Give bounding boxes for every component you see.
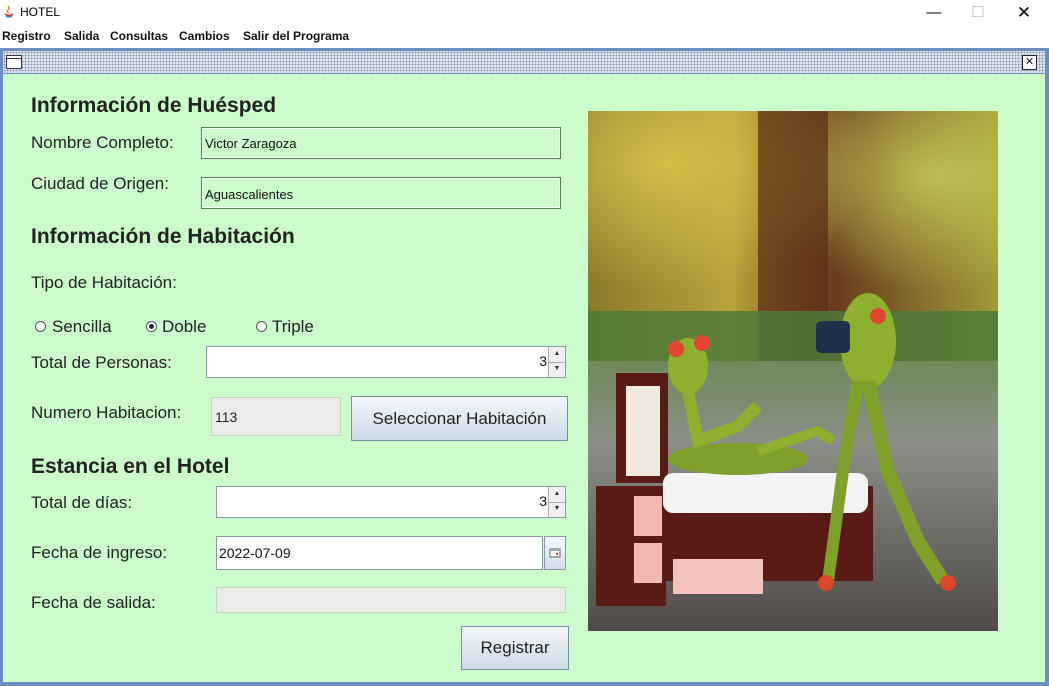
persons-spinner-buttons: ▲ ▼ [548,347,565,377]
register-button[interactable]: Registrar [461,626,569,670]
city-label: Ciudad de Origen: [31,174,169,193]
room-info-heading: Información de Habitación [31,225,295,248]
internal-frame-titlebar[interactable] [3,51,1045,73]
menu-consultas[interactable]: Consultas [110,29,168,43]
menu-registro[interactable]: Registro [2,29,51,43]
checkout-date-field [216,587,566,613]
days-label: Total de días: [31,493,133,512]
persons-value: 3 [539,353,547,369]
checkin-value: 2022-07-09 [219,545,291,561]
select-room-button[interactable]: Seleccionar Habitación [351,396,568,441]
room-number-field: 113 [211,397,341,436]
spinner-down-icon[interactable]: ▼ [549,502,565,517]
name-field[interactable]: Victor Zaragoza [201,127,561,159]
name-value: Victor Zaragoza [205,136,297,151]
radio-triple[interactable] [256,321,267,332]
radio-doble[interactable] [146,321,157,332]
days-value: 3 [539,493,547,509]
calendar-button[interactable] [544,536,566,570]
city-value: Aguascalientes [205,187,294,202]
days-spinner[interactable]: 3 ▲ ▼ [216,486,566,518]
room-type-label: Tipo de Habitación: [31,273,177,292]
checkin-date-field[interactable]: 2022-07-09 [216,536,543,570]
hotel-photo [588,111,998,631]
close-window-button[interactable]: ✕ [1001,0,1047,25]
radio-sencilla[interactable] [35,321,46,332]
guest-info-heading: Información de Huésped [31,94,277,117]
window-titlebar: HOTEL — ☐ ✕ [0,0,1049,25]
menu-salir[interactable]: Salir del Programa [243,29,349,43]
radio-triple-label[interactable]: Triple [272,317,314,337]
window-title: HOTEL [20,5,61,19]
minimize-button[interactable]: — [911,0,957,25]
calendar-icon [549,548,561,558]
checkout-label: Fecha de salida: [31,593,156,612]
java-app-icon [4,5,14,18]
persons-label: Total de Personas: [31,353,172,372]
menu-cambios[interactable]: Cambios [179,29,230,43]
radio-doble-label[interactable]: Doble [162,317,206,337]
name-label: Nombre Completo: [31,133,174,152]
checkin-label: Fecha de ingreso: [31,543,168,562]
menu-bar: Registro Salida Consultas Cambios Salir … [0,25,1049,47]
spinner-up-icon[interactable]: ▲ [549,487,565,503]
city-field[interactable]: Aguascalientes [201,177,561,209]
spinner-down-icon[interactable]: ▼ [549,362,565,377]
radio-sencilla-label[interactable]: Sencilla [52,317,112,337]
days-spinner-buttons: ▲ ▼ [548,487,565,517]
stay-heading: Estancia en el Hotel [31,455,230,478]
frame-close-icon[interactable]: ✕ [1022,55,1037,70]
frame-window-icon[interactable] [6,55,22,69]
persons-spinner[interactable]: 3 ▲ ▼ [206,346,566,378]
room-number-label: Numero Habitacion: [31,403,182,422]
room-number-value: 113 [215,409,238,425]
maximize-button[interactable]: ☐ [955,0,1001,25]
menu-salida[interactable]: Salida [64,29,99,43]
spinner-up-icon[interactable]: ▲ [549,347,565,363]
